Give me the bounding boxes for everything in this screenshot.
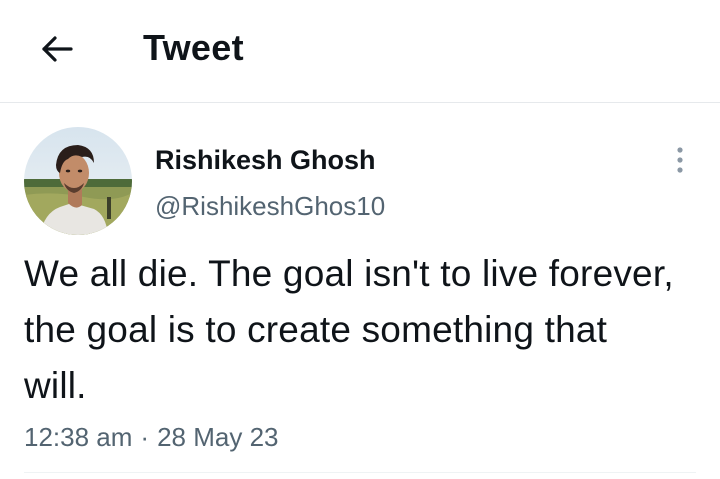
- tweet-detail-page: Tweet Rishikesh Ghosh @RishikeshGhos10 W…: [0, 0, 720, 479]
- vertical-ellipsis-icon: [677, 147, 683, 173]
- tweet-timestamp[interactable]: 12:38 am · 28 May 23: [24, 420, 278, 454]
- tweet-time: 12:38 am: [24, 422, 133, 452]
- top-bar: Tweet: [0, 0, 720, 102]
- avatar[interactable]: [24, 127, 132, 235]
- tweet-text: We all die. The goal isn't to live forev…: [24, 253, 674, 406]
- meta-separator: ·: [140, 422, 150, 452]
- profile-photo: [24, 127, 132, 235]
- tweet-date: 28 May 23: [157, 422, 279, 452]
- more-options-button[interactable]: [664, 142, 696, 178]
- author-display-name[interactable]: Rishikesh Ghosh: [155, 144, 376, 176]
- page-title: Tweet: [143, 27, 244, 68]
- header-divider: [0, 102, 720, 103]
- arrow-left-icon: [42, 36, 73, 62]
- bottom-divider: [24, 472, 696, 473]
- back-button[interactable]: [36, 28, 78, 70]
- author-handle: @RishikeshGhos10: [155, 191, 386, 221]
